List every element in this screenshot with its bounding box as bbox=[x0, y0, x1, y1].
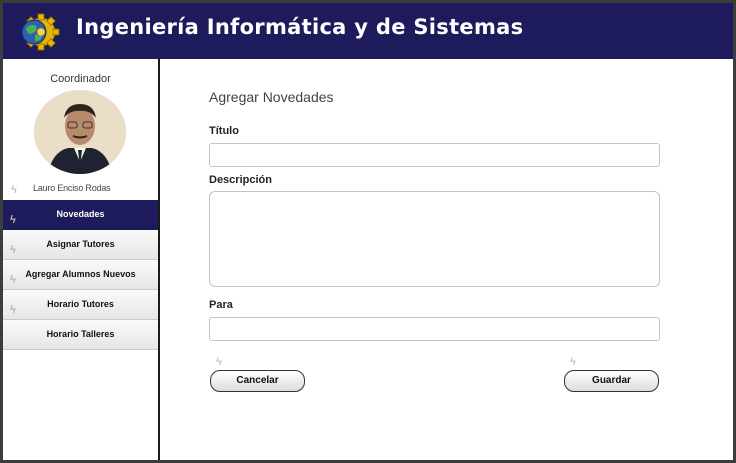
sidebar-item-asignar-tutores[interactable]: ϟ Asignar Tutores bbox=[3, 230, 158, 260]
lightning-icon: ϟ bbox=[10, 304, 16, 316]
sidebar-item-label: Asignar Tutores bbox=[46, 239, 115, 249]
app-window: Ingeniería Informática y de Sistemas Coo… bbox=[3, 3, 733, 460]
sidebar-item-label: Horario Talleres bbox=[46, 329, 115, 339]
lightning-icon: ϟ bbox=[10, 244, 16, 256]
cancel-button[interactable]: Cancelar bbox=[210, 370, 305, 392]
sidebar-item-label: Agregar Alumnos Nuevos bbox=[25, 269, 136, 279]
form-title: Agregar Novedades bbox=[209, 89, 334, 105]
sidebar-item-agregar-alumnos[interactable]: ϟ Agregar Alumnos Nuevos bbox=[3, 260, 158, 290]
para-label: Para bbox=[209, 299, 233, 311]
lightning-icon: ϟ bbox=[570, 356, 576, 368]
para-input[interactable] bbox=[209, 317, 660, 341]
sidebar-item-horario-talleres[interactable]: Horario Talleres bbox=[3, 320, 158, 350]
lightning-icon: ϟ bbox=[216, 356, 222, 368]
lightning-icon: ϟ bbox=[10, 274, 16, 286]
descripcion-label: Descripción bbox=[209, 174, 272, 186]
sidebar-item-label: Novedades bbox=[56, 209, 105, 219]
save-button[interactable]: Guardar bbox=[564, 370, 659, 392]
titulo-label: Título bbox=[209, 125, 239, 137]
user-name: Lauro Enciso Rodas bbox=[33, 183, 111, 193]
titulo-input[interactable] bbox=[209, 143, 660, 167]
gear-globe-logo-icon bbox=[17, 11, 61, 53]
user-avatar bbox=[34, 90, 126, 174]
sidebar: Coordinador ϟ Lauro Enciso Rodas ϟ Noved… bbox=[3, 59, 160, 460]
descripcion-textarea[interactable] bbox=[209, 191, 660, 287]
app-title: Ingeniería Informática y de Sistemas bbox=[76, 15, 524, 39]
main-content: Agregar Novedades Título Descripción Par… bbox=[160, 59, 733, 460]
lightning-icon: ϟ bbox=[10, 214, 16, 226]
sidebar-item-label: Horario Tutores bbox=[47, 299, 114, 309]
sidebar-menu: ϟ Novedades ϟ Asignar Tutores ϟ Agregar … bbox=[3, 200, 158, 350]
sidebar-item-horario-tutores[interactable]: ϟ Horario Tutores bbox=[3, 290, 158, 320]
user-role: Coordinador bbox=[50, 73, 111, 85]
sidebar-item-novedades[interactable]: ϟ Novedades bbox=[3, 200, 158, 230]
lightning-icon: ϟ bbox=[11, 184, 17, 196]
header-bar: Ingeniería Informática y de Sistemas bbox=[3, 3, 733, 59]
